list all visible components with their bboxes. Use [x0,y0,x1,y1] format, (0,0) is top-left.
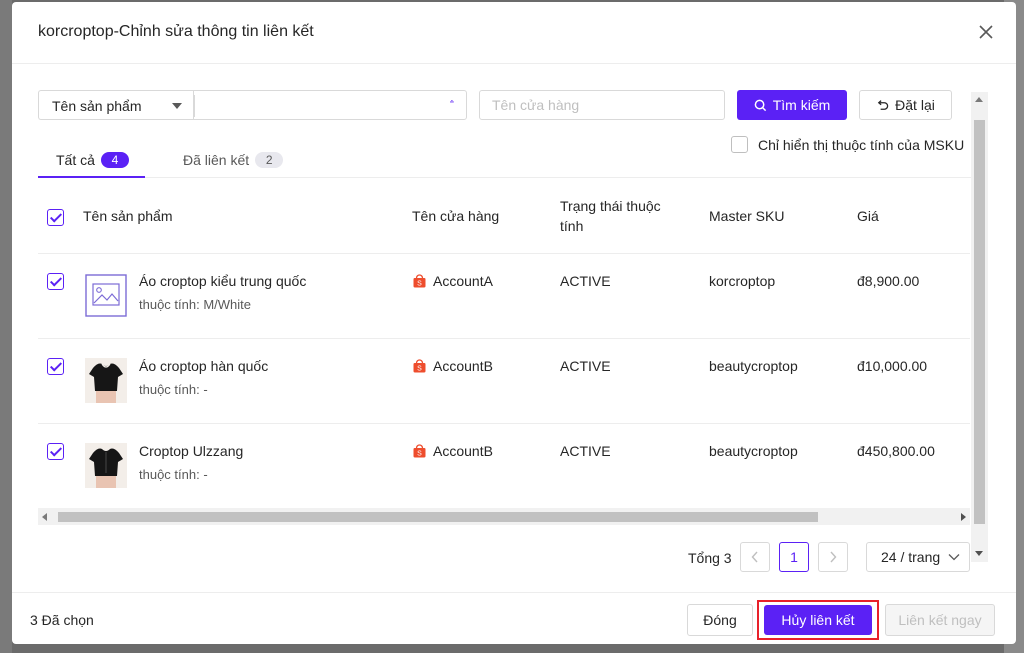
tab-linked-count-badge: 2 [255,152,284,168]
master-sku-cell: beautycroptop [709,443,798,459]
master-sku-cell: korcroptop [709,273,776,289]
status-cell: ACTIVE [560,273,611,289]
scroll-right-arrow-icon[interactable] [961,513,966,521]
shop-name: AccountB [433,443,493,459]
shop-cell: S AccountB [413,443,493,459]
chevron-left-icon [751,551,758,563]
status-cell: ACTIVE [560,358,611,374]
page-button-current[interactable]: 1 [779,542,809,572]
svg-text:S: S [417,366,422,373]
product-attribute: thuộc tính: - [139,467,208,482]
caret-down-icon [172,103,182,109]
selected-count: 3 Đã chọn [30,612,94,628]
tab-all-label: Tất cả [56,152,95,168]
tab-linked[interactable]: Đã liên kết 2 [183,140,284,180]
shopee-bag-icon: S [413,359,426,373]
select-all-checkbox[interactable] [47,209,64,226]
vertical-scroll-thumb[interactable] [974,120,985,524]
product-attribute: thuộc tính: - [139,382,208,397]
product-attribute: thuộc tính: M/White [139,297,251,312]
column-header-price: Giá [857,208,879,224]
input-divider [194,95,195,117]
page-size-select[interactable]: 24 / trang [866,542,970,572]
horizontal-scroll-thumb[interactable] [58,512,818,522]
scroll-left-arrow-icon[interactable] [42,513,47,521]
background-page-left [0,0,12,653]
reset-button-label: Đặt lại [895,97,935,113]
column-header-product: Tên sản phẩm [83,208,173,224]
shop-cell: S AccountB [413,358,493,374]
product-name-input[interactable]: ꜙ [193,90,467,120]
vertical-scrollbar[interactable] [971,92,988,562]
msku-only-label: Chỉ hiển thị thuộc tính của MSKU [758,136,965,153]
modal-header: korcroptop-Chỉnh sửa thông tin liên kết [12,2,1016,64]
reset-button[interactable]: Đặt lại [859,90,952,120]
undo-icon [877,99,889,110]
table-header: Tên sản phẩm Tên cửa hàng Trạng thái thu… [38,178,970,254]
product-thumbnail [85,358,127,403]
page-size-value: 24 / trang [881,549,941,565]
chevron-down-icon [948,554,960,561]
column-header-shop: Tên cửa hàng [412,208,500,224]
product-table: Tên sản phẩm Tên cửa hàng Trạng thái thu… [38,178,970,509]
scroll-down-arrow-icon[interactable] [975,551,983,556]
tab-all-count-badge: 4 [100,152,129,168]
search-field-select-value: Tên sản phẩm [52,98,142,114]
price-cell: đ450,800.00 [857,443,935,459]
link-now-button[interactable]: Liên kết ngay [885,604,995,636]
tab-all[interactable]: Tất cả 4 [56,140,129,180]
close-icon[interactable] [976,22,996,42]
master-sku-cell: beautycroptop [709,358,798,374]
product-name: Áo croptop kiểu trung quốc [139,273,307,289]
search-button[interactable]: Tìm kiếm [737,90,847,120]
scroll-up-arrow-icon[interactable] [975,97,983,102]
shop-name: AccountA [433,273,493,289]
shop-name-input[interactable] [479,90,725,120]
search-field-select[interactable]: Tên sản phẩm [38,90,193,120]
product-thumbnail [85,443,127,488]
edit-link-modal: korcroptop-Chỉnh sửa thông tin liên kết … [12,2,1016,644]
shop-cell: S AccountA [413,273,493,289]
placeholder-image-icon [85,274,127,317]
status-cell: ACTIVE [560,443,611,459]
product-name: Croptop Ulzzang [139,443,244,459]
shopee-bag-icon: S [413,444,426,458]
search-icon [754,99,766,111]
price-cell: đ8,900.00 [857,273,920,289]
column-header-master-sku: Master SKU [709,208,785,224]
table-row: Áo croptop kiểu trung quốc thuộc tính: M… [38,254,970,339]
msku-only-checkbox[interactable]: Chỉ hiển thị thuộc tính của MSKU [731,136,964,153]
modal-footer: 3 Đã chọn Đóng Hủy liên kết Liên kết nga… [12,592,1016,644]
modal-body: Tên sản phẩm ꜙ Tìm kiếm Đặt lại Tất cả 4… [38,88,988,578]
svg-text:S: S [417,281,422,288]
chevron-right-icon [830,551,837,563]
price-cell: đ10,000.00 [857,358,928,374]
pagination-total: Tổng 3 [688,550,732,566]
shop-name: AccountB [433,358,493,374]
horizontal-scrollbar[interactable] [38,508,970,525]
search-button-label: Tìm kiếm [772,97,831,113]
table-row: Áo croptop hàn quốc thuộc tính: - S Acco… [38,339,970,424]
row-checkbox[interactable] [47,358,64,375]
next-page-button[interactable] [818,542,848,572]
svg-text:S: S [417,451,422,458]
table-row: Croptop Ulzzang thuộc tính: - S AccountB… [38,424,970,509]
unlink-button[interactable]: Hủy liên kết [764,605,872,635]
msku-only-checkbox-box[interactable] [731,136,748,153]
close-button[interactable]: Đóng [687,604,753,636]
modal-title: korcroptop-Chỉnh sửa thông tin liên kết [38,23,314,40]
tab-linked-label: Đã liên kết [183,152,250,168]
row-checkbox[interactable] [47,443,64,460]
row-checkbox[interactable] [47,273,64,290]
prev-page-button[interactable] [740,542,770,572]
product-name: Áo croptop hàn quốc [139,358,269,374]
shopee-bag-icon: S [413,274,426,288]
column-header-status: Trạng thái thuộc tính [560,198,661,234]
